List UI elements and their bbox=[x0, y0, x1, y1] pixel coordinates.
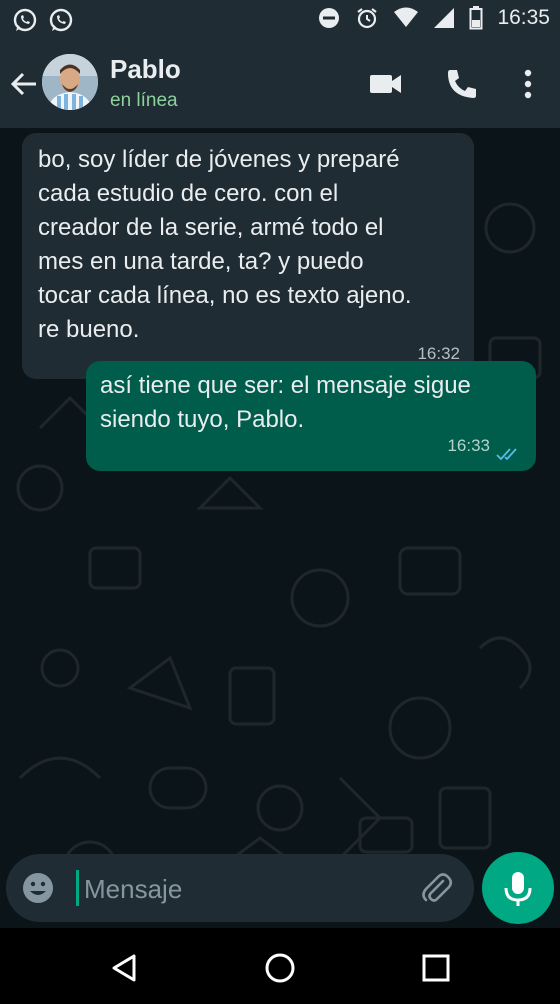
message-text: bo, soy líder de jóvenes y preparé cada … bbox=[38, 146, 412, 343]
voice-message-button[interactable] bbox=[482, 852, 554, 924]
wifi-icon bbox=[394, 7, 419, 27]
chat-area[interactable]: bo, soy líder de jóvenes y preparé cada … bbox=[0, 128, 560, 928]
video-call-icon[interactable] bbox=[366, 64, 406, 104]
do-not-disturb-icon bbox=[319, 8, 340, 28]
system-icons: 16:35 bbox=[317, 6, 550, 30]
whatsapp-icon bbox=[13, 8, 37, 32]
microphone-icon bbox=[504, 872, 532, 906]
clock-time: 16:35 bbox=[497, 6, 550, 29]
contact-name[interactable]: Pablo bbox=[110, 54, 181, 85]
battery-icon bbox=[469, 6, 483, 30]
nav-recents-icon[interactable] bbox=[416, 948, 456, 988]
nav-back-icon[interactable] bbox=[104, 948, 144, 988]
nav-home-icon[interactable] bbox=[260, 948, 300, 988]
alarm-icon bbox=[357, 8, 378, 29]
navigation-bar bbox=[0, 928, 560, 1004]
cellular-signal-icon bbox=[434, 8, 455, 28]
status-bar: 16:35 bbox=[0, 0, 560, 40]
text-cursor bbox=[76, 870, 79, 906]
contact-status: en línea bbox=[110, 90, 178, 111]
incoming-message[interactable]: bo, soy líder de jóvenes y preparé cada … bbox=[22, 133, 474, 379]
notification-icons bbox=[12, 7, 74, 33]
voice-call-icon[interactable] bbox=[442, 64, 482, 104]
message-composer bbox=[6, 854, 474, 922]
message-timestamp: 16:33 bbox=[447, 436, 490, 455]
outgoing-message[interactable]: así tiene que ser: el mensaje sigue sien… bbox=[86, 361, 536, 471]
message-text: así tiene que ser: el mensaje sigue sien… bbox=[100, 372, 471, 433]
profile-photo bbox=[42, 54, 98, 110]
back-arrow-icon[interactable] bbox=[6, 66, 42, 102]
message-input[interactable] bbox=[82, 866, 406, 912]
emoji-icon[interactable] bbox=[20, 870, 56, 906]
whatsapp-icon bbox=[49, 8, 73, 32]
chat-header: Pablo en línea bbox=[0, 40, 560, 128]
avatar[interactable] bbox=[42, 54, 98, 110]
read-receipt-icon bbox=[496, 448, 517, 461]
more-options-icon[interactable] bbox=[508, 64, 548, 104]
attach-icon[interactable] bbox=[418, 870, 454, 906]
